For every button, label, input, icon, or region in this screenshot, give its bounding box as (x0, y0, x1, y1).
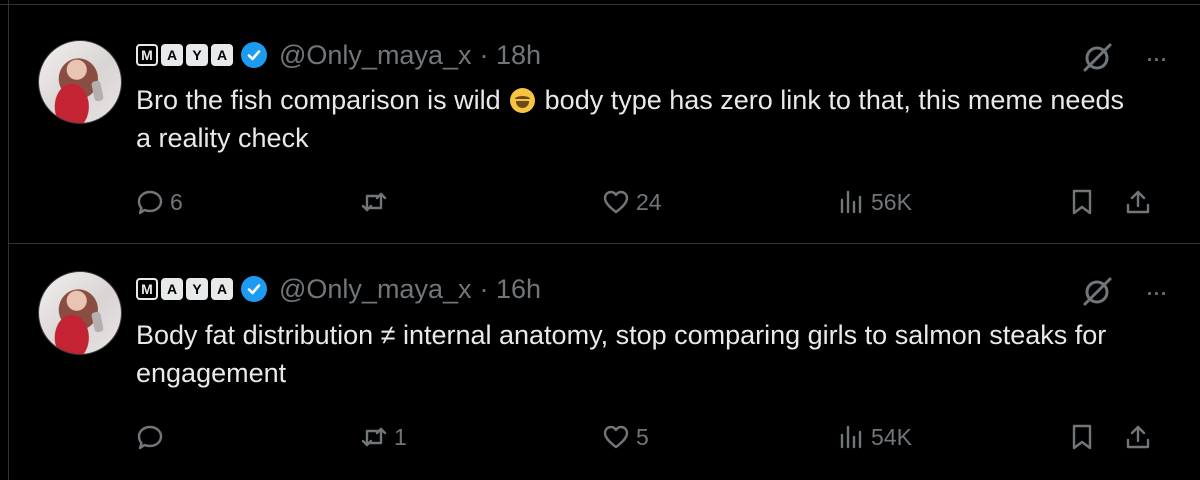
avatar[interactable] (38, 40, 122, 124)
tweet-header: M A Y A @Only_maya_x · 16h (136, 271, 541, 307)
verified-badge-icon (241, 276, 267, 302)
retweet-icon (361, 192, 387, 212)
name-letter: Y (186, 44, 208, 66)
name-letter: M (136, 44, 158, 66)
tweet-text: Bro the fish comparison is wild body typ… (136, 81, 1136, 157)
reply-button[interactable]: 6 (136, 188, 183, 216)
laughing-emoji-icon (510, 88, 536, 113)
name-letter: A (161, 278, 183, 300)
retweet-count: 1 (394, 423, 407, 450)
name-letter: A (211, 44, 233, 66)
reply-button[interactable] (136, 423, 170, 451)
share-button[interactable] (1124, 188, 1152, 216)
display-name[interactable]: M A Y A (136, 44, 233, 66)
tweet-top-actions: ··· (1079, 40, 1168, 76)
retweet-icon (361, 427, 387, 447)
views-icon (840, 190, 862, 214)
bookmark-button[interactable] (1068, 188, 1096, 216)
more-options-icon[interactable]: ··· (1145, 278, 1168, 306)
grok-icon[interactable] (1079, 274, 1115, 310)
display-name[interactable]: M A Y A (136, 278, 233, 300)
views-count: 56K (871, 188, 912, 215)
handle[interactable]: @Only_maya_x (279, 40, 471, 71)
like-count: 24 (636, 188, 662, 215)
tweet-top-actions: ··· (1079, 274, 1168, 310)
views-button[interactable]: 54K (837, 423, 912, 451)
tweet-header: M A Y A @Only_maya_x · 18h (136, 37, 541, 73)
reply-count: 6 (170, 188, 183, 215)
share-icon (1126, 190, 1150, 214)
share-icon (1126, 425, 1150, 449)
name-letter: Y (186, 278, 208, 300)
like-count: 5 (636, 423, 649, 450)
name-letter: M (136, 278, 158, 300)
reply-icon (137, 425, 163, 450)
retweet-button[interactable]: 1 (360, 423, 407, 451)
tweet[interactable]: M A Y A @Only_maya_x · 18h ··· Bro the f… (8, 5, 1200, 244)
views-button[interactable]: 56K (837, 188, 912, 216)
tweet-actions: 6 24 56K (8, 177, 1200, 227)
like-button[interactable]: 24 (602, 188, 662, 216)
share-button[interactable] (1124, 423, 1152, 451)
verified-badge-icon (241, 42, 267, 68)
grok-icon[interactable] (1079, 40, 1115, 76)
tweet-text-part: Bro the fish comparison is wild (136, 85, 509, 115)
bookmark-icon (1072, 189, 1092, 215)
tweet-actions: 1 5 54K (8, 412, 1200, 462)
heart-icon (603, 425, 629, 449)
more-options-icon[interactable]: ··· (1145, 44, 1168, 72)
timestamp[interactable]: · 16h (479, 274, 541, 305)
views-count: 54K (871, 423, 912, 450)
timestamp[interactable]: · 18h (479, 40, 541, 71)
name-letter: A (211, 278, 233, 300)
name-letter: A (161, 44, 183, 66)
like-button[interactable]: 5 (602, 423, 649, 451)
handle[interactable]: @Only_maya_x (279, 274, 471, 305)
avatar[interactable] (38, 271, 122, 355)
tweet-text: Body fat distribution ≠ internal anatomy… (136, 320, 1107, 388)
retweet-button[interactable] (360, 188, 394, 216)
views-icon (840, 425, 862, 449)
tweet[interactable]: M A Y A @Only_maya_x · 16h ··· Body fat … (8, 244, 1200, 480)
reply-icon (137, 190, 163, 215)
bookmark-button[interactable] (1068, 423, 1096, 451)
heart-icon (603, 190, 629, 214)
bookmark-icon (1072, 424, 1092, 450)
